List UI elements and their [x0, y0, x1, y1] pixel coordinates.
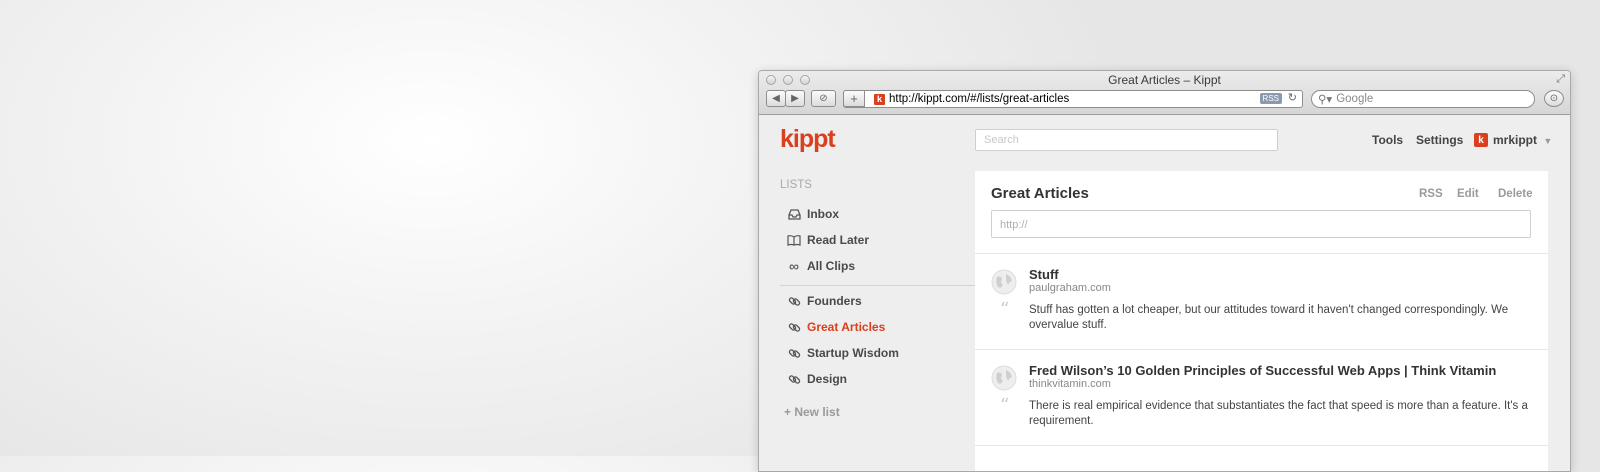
address-bar[interactable]: k http://kippt.com/#/lists/great-article… — [843, 90, 1303, 108]
sidebar-item-design[interactable]: Design — [786, 370, 847, 388]
plus-icon: + — [850, 91, 858, 106]
back-button[interactable]: ◀ — [766, 90, 786, 107]
back-icon: ◀ — [772, 93, 780, 104]
sidebar-item-inbox[interactable]: Inbox — [786, 205, 839, 223]
reader-button[interactable]: ⊘ — [811, 90, 836, 107]
link-icon — [786, 295, 802, 308]
avatar[interactable]: k — [1474, 133, 1488, 147]
new-tab-button[interactable]: + — [843, 90, 865, 107]
url-text: http://kippt.com/#/lists/great-articles — [889, 93, 1070, 105]
chevron-down-icon: ▼ — [1543, 136, 1553, 146]
inbox-icon — [786, 208, 802, 220]
quote-icon: “ — [1000, 395, 1010, 416]
globe-icon — [991, 269, 1017, 295]
sidebar-item-label: All Clips — [807, 259, 856, 273]
list-panel: Great Articles RSS Edit Delete http:// S… — [975, 171, 1548, 471]
sidebar-item-label: Read Later — [807, 233, 870, 247]
sidebar-divider — [780, 285, 975, 286]
forward-button[interactable]: ▶ — [785, 90, 805, 107]
infinity-icon: ∞ — [789, 258, 799, 274]
delete-link[interactable]: Delete — [1498, 188, 1533, 200]
search-input[interactable]: Search — [975, 129, 1278, 151]
clip-title[interactable]: Fred Wilson’s 10 Golden Principles of Su… — [1029, 363, 1496, 378]
sidebar-item-label: Design — [807, 372, 848, 386]
window-title: Great Articles – Kippt — [1108, 73, 1221, 87]
page-title: Great Articles — [991, 185, 1089, 202]
nav-tools-link[interactable]: Tools — [1372, 133, 1403, 147]
rss-link[interactable]: RSS — [1419, 188, 1443, 200]
kippt-logo[interactable]: kippt — [780, 125, 836, 154]
web-search-placeholder: Google — [1336, 93, 1374, 105]
page-content: kippt Search Tools Settings k mrkippt ▼ … — [759, 115, 1570, 471]
quote-icon: “ — [1000, 299, 1010, 320]
sidebar-item-startup-wisdom[interactable]: Startup Wisdom — [786, 344, 899, 362]
resize-icon[interactable]: ⤢ — [1556, 73, 1565, 86]
magnifier-icon: ⚲▾ — [1318, 94, 1333, 106]
lists-heading: LISTS — [780, 179, 812, 191]
clip-quote: Stuff has gotten a lot cheaper, but our … — [1029, 304, 1509, 331]
reader-icon: ⊘ — [819, 93, 828, 104]
downloads-button[interactable]: ⊙ — [1544, 90, 1564, 107]
browser-window: Great Articles – Kippt ⤢ ◀ ▶ ⊘ + k http:… — [758, 70, 1571, 472]
sidebar-item-founders[interactable]: Founders — [786, 292, 862, 310]
sidebar-item-read-later[interactable]: Read Later — [786, 231, 869, 249]
reload-icon[interactable]: ↻ — [1288, 91, 1297, 104]
forward-icon: ▶ — [791, 93, 799, 104]
downloads-icon: ⊙ — [1549, 93, 1559, 104]
link-icon — [786, 373, 802, 386]
divider — [975, 253, 1548, 254]
clip-domain[interactable]: paulgraham.com — [1029, 282, 1111, 294]
book-icon — [786, 234, 802, 246]
clip-title[interactable]: Stuff — [1029, 267, 1059, 282]
sidebar-item-label: Inbox — [807, 207, 839, 221]
divider — [975, 445, 1548, 446]
user-menu[interactable]: mrkippt ▼ — [1493, 133, 1552, 147]
sidebar-item-great-articles[interactable]: Great Articles — [786, 318, 885, 336]
sidebar-item-label: Startup Wisdom — [807, 346, 899, 360]
edit-link[interactable]: Edit — [1457, 188, 1479, 200]
username: mrkippt — [1493, 133, 1538, 147]
sidebar-item-label: Great Articles — [807, 320, 886, 334]
globe-icon — [991, 365, 1017, 391]
clip-url-input[interactable]: http:// — [991, 210, 1531, 238]
link-icon — [786, 347, 802, 360]
sidebar-item-all-clips[interactable]: ∞ All Clips — [786, 257, 855, 275]
sidebar-item-label: Founders — [807, 294, 862, 308]
nav-settings-link[interactable]: Settings — [1416, 133, 1463, 147]
link-icon — [786, 321, 802, 334]
divider — [975, 349, 1548, 350]
web-search-field[interactable]: ⚲▾ Google — [1311, 90, 1535, 108]
clip-quote: There is real empirical evidence that su… — [1029, 400, 1528, 427]
new-list-link[interactable]: + New list — [784, 405, 840, 419]
kippt-favicon-icon: k — [874, 93, 885, 105]
browser-toolbar: Great Articles – Kippt ⤢ ◀ ▶ ⊘ + k http:… — [759, 71, 1570, 115]
clip-domain[interactable]: thinkvitamin.com — [1029, 378, 1111, 390]
rss-badge[interactable]: RSS — [1259, 93, 1282, 104]
